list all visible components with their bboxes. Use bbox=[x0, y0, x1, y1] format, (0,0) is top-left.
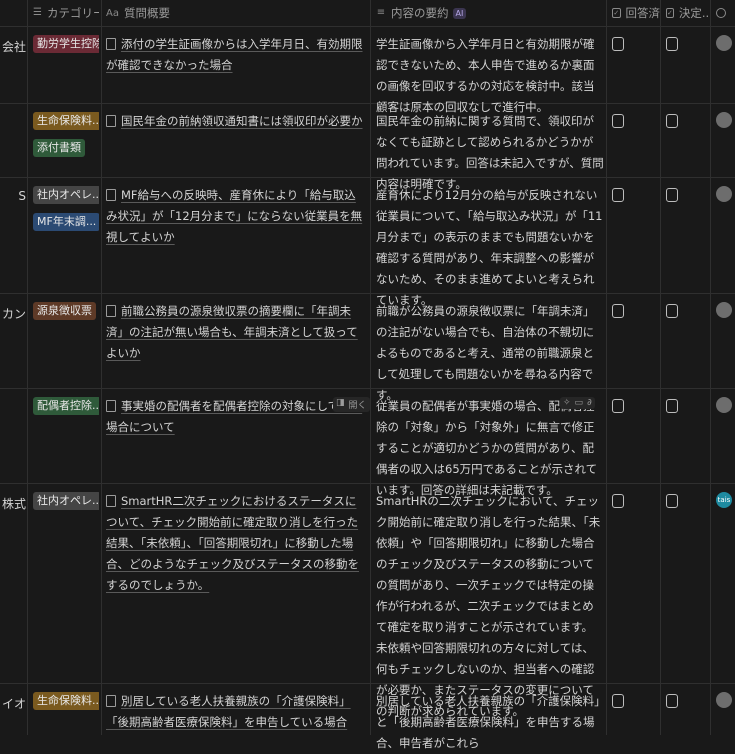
decided-checkbox[interactable] bbox=[666, 114, 678, 128]
summary-cell: 産育休により12月分の給与が反映されない従業員について、「給与取込み状況」が「1… bbox=[376, 188, 603, 307]
database-table: ☰ カテゴリー Aa 質問概要 ≡ 内容の要約 AI ✓ 回答済 ✓ 決定...… bbox=[0, 0, 735, 750]
question-cell[interactable]: 添付の学生証画像からは入学年月日、有効期限が確認できなかった場合 bbox=[106, 27, 366, 76]
question-link[interactable]: MF給与への反映時、産育休により「給与取込み状況」が「12月分まで」にならない従… bbox=[106, 188, 362, 244]
category-tag: 社内オペレ... bbox=[33, 186, 99, 204]
table-row[interactable]: 株式 社内オペレ... SmartHR二次チェックにおけるステータスについて、チ… bbox=[0, 484, 735, 718]
company-cell: S bbox=[18, 189, 26, 203]
company-cell bbox=[0, 389, 26, 400]
category-cell[interactable]: 社内オペレ... MF年末調... bbox=[33, 178, 99, 240]
answered-checkbox[interactable] bbox=[612, 37, 624, 51]
question-cell[interactable]: SmartHR二次チェックにおけるステータスについて、チェック開始前に確定取り消… bbox=[106, 484, 366, 596]
question-cell[interactable]: 国民年金の前納領収通知書には領収印が必要か bbox=[106, 104, 366, 132]
avatar[interactable] bbox=[716, 397, 732, 413]
decided-checkbox[interactable] bbox=[666, 494, 678, 508]
attach-icon[interactable]: ∂ bbox=[587, 398, 592, 408]
category-tag: MF年末調... bbox=[33, 213, 99, 231]
company-cell bbox=[0, 104, 26, 115]
answered-checkbox[interactable] bbox=[612, 114, 624, 128]
avatar[interactable] bbox=[716, 302, 732, 318]
table-header: ☰ カテゴリー Aa 質問概要 ≡ 内容の要約 AI ✓ 回答済 ✓ 決定... bbox=[0, 0, 735, 27]
page-icon bbox=[106, 495, 116, 507]
page-icon bbox=[106, 695, 116, 707]
company-cell: カン bbox=[1, 307, 26, 321]
table-row[interactable]: 生命保険料... 添付書類 国民年金の前納領収通知書には領収印が必要か 国民年金… bbox=[0, 104, 735, 191]
category-cell[interactable]: 源泉徴収票 bbox=[33, 294, 99, 329]
question-link[interactable]: 前職公務員の源泉徴収票の摘要欄に「年調未済」の注記が無い場合も、年調未済として扱… bbox=[106, 304, 358, 360]
category-tag: 生命保険料... bbox=[33, 692, 99, 710]
checkbox-icon: ✓ bbox=[612, 8, 621, 18]
category-tag: 源泉徴収票 bbox=[33, 302, 96, 320]
table-row[interactable]: イオ 生命保険料... 別居している老人扶養親族の「介護保険料」「後期高齢者医療… bbox=[0, 684, 735, 750]
avatar[interactable] bbox=[716, 35, 732, 51]
table-row[interactable]: カン 源泉徴収票 前職公務員の源泉徴収票の摘要欄に「年調未済」の注記が無い場合も… bbox=[0, 294, 735, 402]
category-tag: 勤労学生控除 bbox=[33, 35, 99, 53]
table-row[interactable]: 配偶者控除... 事実婚の配偶者を配偶者控除の対象にしている場合について ◨ 開… bbox=[0, 389, 735, 497]
category-cell[interactable]: 社内オペレ... bbox=[33, 484, 99, 519]
text-lines-icon: ≡ bbox=[376, 7, 386, 18]
table-row[interactable]: 会社 勤労学生控除 添付の学生証画像からは入学年月日、有効期限が確認できなかった… bbox=[0, 27, 735, 114]
company-cell: 会社 bbox=[1, 40, 26, 54]
decided-checkbox[interactable] bbox=[666, 694, 678, 708]
answered-checkbox[interactable] bbox=[612, 304, 624, 318]
question-cell[interactable]: 別居している老人扶養親族の「介護保険料」「後期高齢者医療保険料」を申告している場… bbox=[106, 684, 366, 733]
checkbox-icon: ✓ bbox=[666, 8, 674, 18]
column-header-question[interactable]: Aa 質問概要 bbox=[106, 0, 366, 26]
open-page-button[interactable]: ◨ 開く bbox=[333, 397, 370, 412]
summary-cell: 別居している老人扶養親族の「介護保険料」と「後期高齢者医療保険料」を申告する場合… bbox=[376, 694, 600, 750]
answered-checkbox[interactable] bbox=[612, 188, 624, 202]
category-cell[interactable]: 配偶者控除... bbox=[33, 389, 99, 424]
table-row[interactable]: S 社内オペレ... MF年末調... MF給与への反映時、産育休により「給与取… bbox=[0, 178, 735, 307]
page-icon bbox=[106, 38, 116, 50]
avatar[interactable] bbox=[716, 186, 732, 202]
title-property-icon: Aa bbox=[106, 7, 119, 19]
page-icon bbox=[106, 115, 116, 127]
company-cell: イオ bbox=[1, 697, 26, 711]
category-tag: 生命保険料... bbox=[33, 112, 99, 130]
category-cell[interactable]: 生命保険料... 添付書類 bbox=[33, 104, 99, 166]
summary-actions[interactable]: ✧ ▭ ∂ bbox=[560, 397, 595, 409]
category-tag: 社内オペレ... bbox=[33, 492, 99, 510]
comment-icon[interactable]: ▭ bbox=[575, 398, 584, 408]
category-cell[interactable]: 生命保険料... bbox=[33, 684, 99, 719]
column-header-decided[interactable]: ✓ 決定... bbox=[666, 0, 710, 26]
category-tag: 添付書類 bbox=[33, 139, 85, 157]
question-cell[interactable]: 事実婚の配偶者を配偶者控除の対象にしている場合について bbox=[106, 389, 366, 438]
question-link[interactable]: SmartHR二次チェックにおけるステータスについて、チェック開始前に確定取り消… bbox=[106, 494, 359, 592]
list-icon: ☰ bbox=[33, 7, 42, 18]
avatar[interactable] bbox=[716, 112, 732, 128]
page-icon bbox=[106, 400, 116, 412]
decided-checkbox[interactable] bbox=[666, 37, 678, 51]
person-icon bbox=[716, 8, 726, 18]
side-peek-icon: ◨ bbox=[336, 398, 345, 408]
category-tag: 配偶者控除... bbox=[33, 397, 99, 415]
question-link[interactable]: 国民年金の前納領収通知書には領収印が必要か bbox=[121, 114, 363, 128]
question-cell[interactable]: MF給与への反映時、産育休により「給与取込み状況」が「12月分まで」にならない従… bbox=[106, 178, 366, 248]
question-link[interactable]: 別居している老人扶養親族の「介護保険料」「後期高齢者医療保険料」を申告している場… bbox=[106, 694, 351, 729]
decided-checkbox[interactable] bbox=[666, 399, 678, 413]
avatar[interactable] bbox=[716, 692, 732, 708]
question-link[interactable]: 添付の学生証画像からは入学年月日、有効期限が確認できなかった場合 bbox=[106, 37, 363, 72]
column-header-person[interactable] bbox=[716, 0, 735, 26]
question-cell[interactable]: 前職公務員の源泉徴収票の摘要欄に「年調未済」の注記が無い場合も、年調未済として扱… bbox=[106, 294, 366, 364]
answered-checkbox[interactable] bbox=[612, 694, 624, 708]
column-header-category[interactable]: ☰ カテゴリー bbox=[33, 0, 99, 26]
sparkle-icon[interactable]: ✧ bbox=[563, 398, 571, 408]
company-cell: 株式 bbox=[1, 497, 26, 511]
answered-checkbox[interactable] bbox=[612, 494, 624, 508]
category-cell[interactable]: 勤労学生控除 bbox=[33, 27, 99, 62]
page-icon bbox=[106, 305, 116, 317]
answered-checkbox[interactable] bbox=[612, 399, 624, 413]
page-icon bbox=[106, 189, 116, 201]
column-header-answered[interactable]: ✓ 回答済 bbox=[612, 0, 660, 26]
avatar[interactable]: tais bbox=[716, 492, 732, 508]
decided-checkbox[interactable] bbox=[666, 304, 678, 318]
decided-checkbox[interactable] bbox=[666, 188, 678, 202]
column-header-summary[interactable]: ≡ 内容の要約 AI bbox=[376, 0, 604, 26]
ai-badge: AI bbox=[452, 7, 467, 19]
question-link[interactable]: 事実婚の配偶者を配偶者控除の対象にしている場合について bbox=[106, 399, 362, 434]
